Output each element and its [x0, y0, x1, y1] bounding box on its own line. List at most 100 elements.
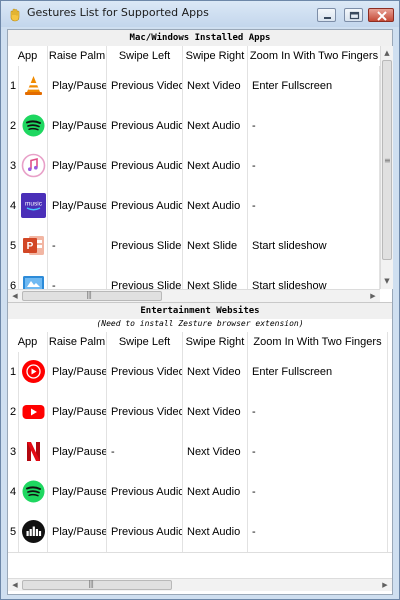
itunes-icon [21, 153, 46, 178]
zoom-in-cell: - [248, 106, 380, 146]
zoom-in-cell: - [248, 472, 388, 512]
zoom-in-cell: - [248, 146, 380, 186]
column-header-swipe-right[interactable]: Swipe Right [183, 46, 248, 66]
zoom-in-cell: Start slideshow [248, 266, 380, 289]
swipe-right-cell: Next Audio [183, 106, 248, 146]
extra-cell: - [388, 512, 392, 552]
websites-header: Entertainment Websites [8, 303, 392, 319]
scroll-left-icon[interactable]: ◀ [10, 291, 20, 301]
app-icon-cell [19, 106, 48, 146]
app-icon-cell [19, 392, 48, 432]
installed-horizontal-scrollbar[interactable]: ◀ ||| ▶ [8, 289, 380, 302]
table-row[interactable]: 2Play/PausePrevious VideoNext Video-- [8, 392, 392, 433]
installed-apps-table: App Raise Palm Swipe Left Swipe Right Zo… [8, 46, 380, 289]
raise-palm-cell: Play/Pause [48, 472, 107, 512]
swipe-left-cell: Previous Audio [107, 146, 183, 186]
swipe-right-cell: Next Video [183, 432, 248, 472]
app-icon-cell: P [19, 226, 48, 266]
zoom-in-cell: Enter Fullscreen [248, 66, 380, 106]
column-header-raise-palm[interactable]: Raise Palm [48, 332, 107, 352]
minimize-button[interactable] [317, 8, 336, 22]
zoom-in-cell: - [248, 392, 388, 432]
zoom-in-cell: - [248, 512, 388, 552]
table-row[interactable]: 4 music Play/Pause Previous Audio Next Audio… [8, 186, 380, 227]
installed-vertical-scrollbar[interactable]: ▲ ≡ ▼ [380, 46, 393, 289]
raise-palm-cell: Play/Pause [48, 432, 107, 472]
netflix-icon [21, 439, 46, 464]
table-header: App Raise Palm Swipe Left Swipe Right Zo… [8, 332, 392, 353]
close-button[interactable] [368, 8, 394, 22]
scrollbar-thumb[interactable] [22, 580, 172, 590]
column-header-app[interactable]: App [8, 46, 48, 66]
app-icon-cell [19, 432, 48, 472]
table-row[interactable]: 5Play/PausePrevious AudioNext Audio-- [8, 512, 392, 553]
installed-apps-header: Mac/Windows Installed Apps [8, 30, 392, 46]
zoom-in-cell: - [248, 432, 388, 472]
column-header-app[interactable]: App [8, 332, 48, 352]
column-header-extra[interactable]: Z [388, 332, 392, 352]
extra-cell: E [388, 432, 392, 472]
column-header-zoom-in[interactable]: Zoom In With Two Fingers [248, 332, 388, 352]
swipe-left-cell: Previous Video [107, 66, 183, 106]
table-row[interactable]: 4Play/PausePrevious AudioNext Audio-- [8, 472, 392, 513]
row-number: 1 [8, 66, 19, 106]
app-icon-cell [19, 66, 48, 106]
raise-palm-cell: - [48, 226, 107, 266]
table-row[interactable]: 6 - Previous Slide Next Slide Start slidesho… [8, 266, 380, 289]
table-row[interactable]: 3 Play/Pause Previous Audio Next Audio - [8, 146, 380, 187]
scrollbar-thumb[interactable] [22, 291, 162, 301]
raise-palm-cell: Play/Pause [48, 146, 107, 186]
svg-text:P: P [27, 241, 34, 252]
raise-palm-cell: Play/Pause [48, 106, 107, 146]
row-number: 5 [8, 512, 19, 552]
zoom-in-cell: Enter Fullscreen [248, 352, 388, 392]
column-header-swipe-left[interactable]: Swipe Left [107, 332, 183, 352]
scroll-up-icon[interactable]: ▲ [382, 48, 392, 58]
extension-note: (Need to install Zesture browser extensi… [96, 319, 304, 328]
swipe-right-cell: Next Audio [183, 186, 248, 226]
amazon-music-icon: music [21, 193, 46, 218]
swipe-left-cell: Previous Video [107, 352, 183, 392]
swipe-right-cell: Next Audio [183, 146, 248, 186]
swipe-left-cell: Previous Audio [107, 472, 183, 512]
window-client: Mac/Windows Installed Apps App Raise Pal… [7, 29, 393, 595]
table-row[interactable]: 5 P - Previous Slide Next Slide Start slidesh… [8, 226, 380, 267]
row-number: 3 [8, 432, 19, 472]
powerpoint-icon: P [21, 233, 46, 258]
hand-icon [10, 8, 20, 22]
column-header-zoom-in[interactable]: Zoom In With Two Fingers [248, 46, 380, 66]
app-icon-cell [19, 266, 48, 289]
title-bar: Gestures List for Supported Apps [1, 1, 399, 27]
keynote-icon [21, 273, 46, 289]
swipe-left-cell: Previous Audio [107, 512, 183, 552]
scroll-right-icon[interactable]: ▶ [380, 580, 390, 590]
grip-icon: ||| [86, 290, 92, 299]
swipe-left-cell: Previous Slide [107, 226, 183, 266]
table-row[interactable]: 3Play/Pause-Next Video-E [8, 432, 392, 473]
swipe-right-cell: Next Audio [183, 472, 248, 512]
table-row[interactable]: 1 Play/Pause Previous Video Next Video Enter… [8, 352, 392, 393]
raise-palm-cell: Play/Pause [48, 352, 107, 392]
websites-horizontal-scrollbar[interactable]: ◀ ||| ▶ [8, 578, 392, 591]
table-row[interactable]: 1 Play/Pause Previous Video Next Video Enter… [8, 66, 380, 107]
column-header-swipe-right[interactable]: Swipe Right [183, 332, 248, 352]
app-icon-cell [19, 352, 48, 392]
app-icon-cell [19, 472, 48, 512]
app-window: Gestures List for Supported Apps Mac/Win… [0, 0, 400, 600]
scroll-right-icon[interactable]: ▶ [368, 291, 378, 301]
swipe-right-cell: Next Slide [183, 226, 248, 266]
column-header-raise-palm[interactable]: Raise Palm [48, 46, 107, 66]
swipe-left-cell: - [107, 432, 183, 472]
table-row[interactable]: 2 Play/Pause Previous Audio Next Audio - [8, 106, 380, 147]
extra-cell: - [388, 392, 392, 432]
app-icon-cell: music [19, 186, 48, 226]
swipe-right-cell: Next Video [183, 392, 248, 432]
raise-palm-cell: Play/Pause [48, 66, 107, 106]
row-number: 2 [8, 106, 19, 146]
scroll-left-icon[interactable]: ◀ [10, 580, 20, 590]
scroll-down-icon[interactable]: ▼ [382, 276, 392, 286]
swipe-right-cell: Next Audio [183, 512, 248, 552]
maximize-button[interactable] [344, 8, 363, 22]
column-header-swipe-left[interactable]: Swipe Left [107, 46, 183, 66]
raise-palm-cell: - [48, 266, 107, 289]
